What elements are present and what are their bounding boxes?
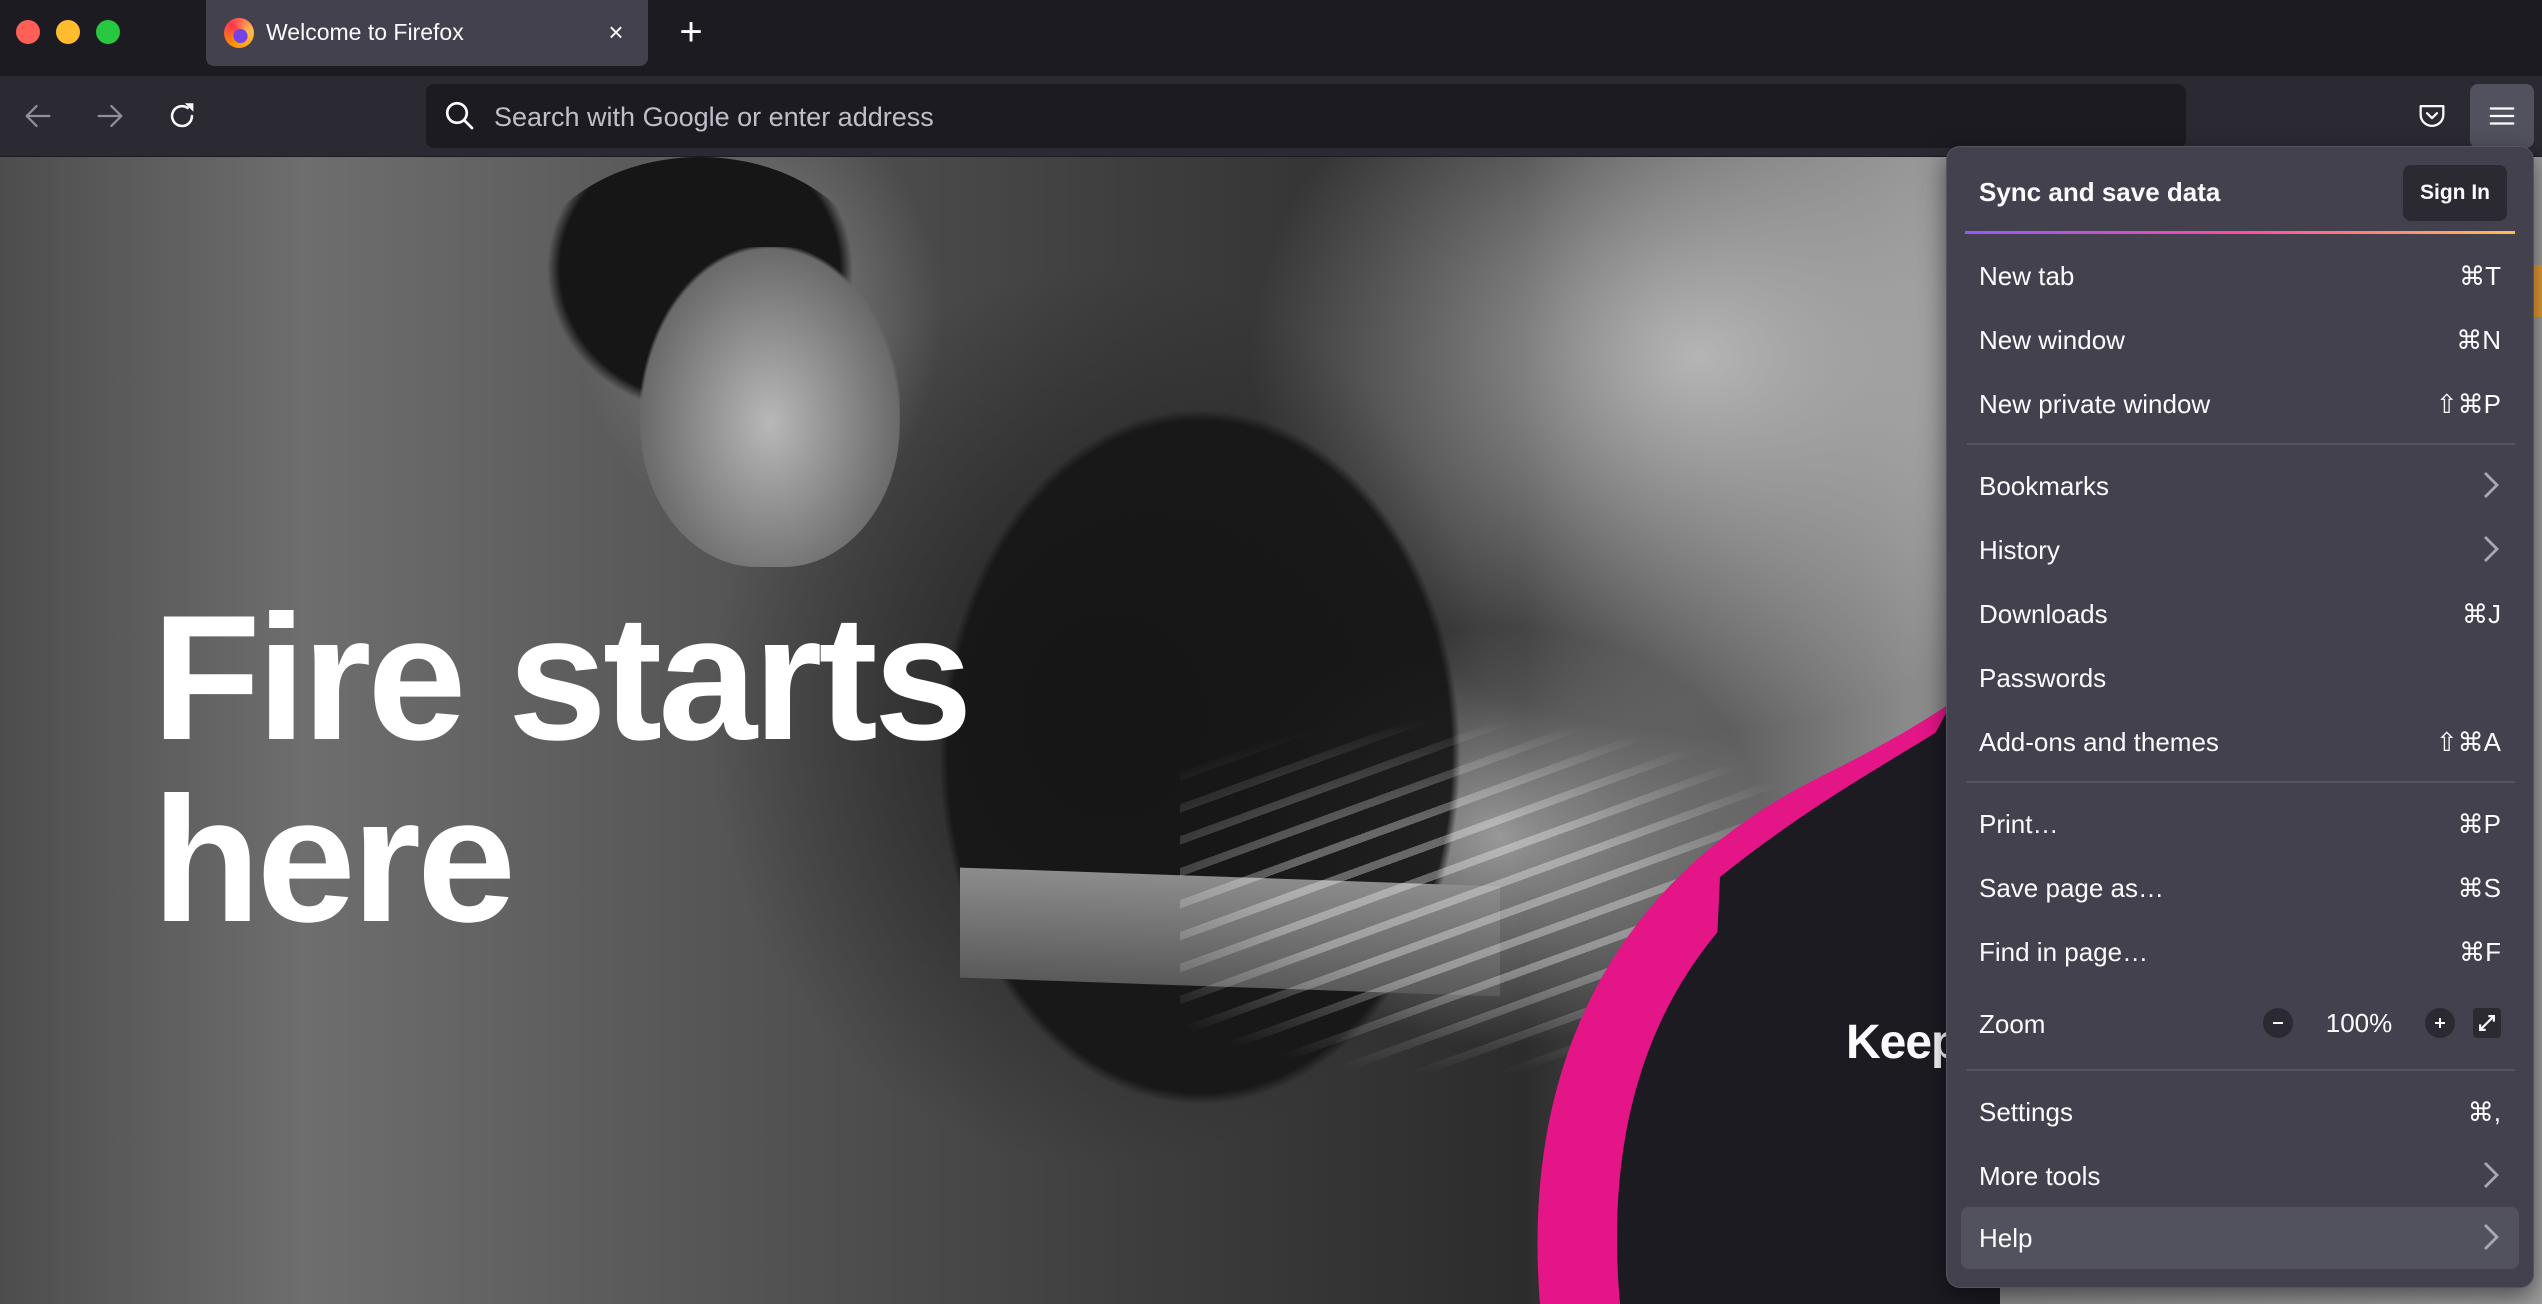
tab-welcome-to-firefox[interactable]: Welcome to Firefox × (206, 0, 648, 66)
menu-item-label: New private window (1979, 389, 2211, 419)
menu-item-label: History (1979, 535, 2060, 565)
menu-item-shortcut: ⌘, (2467, 1097, 2501, 1127)
chevron-right-icon (2484, 1224, 2499, 1250)
chevron-right-icon (2484, 1162, 2499, 1188)
menu-item-new-tab[interactable]: New tab ⌘T (1961, 245, 2519, 305)
menu-item-shortcut: ⇧⌘A (2435, 727, 2501, 757)
new-tab-button[interactable]: + (670, 12, 712, 54)
menu-item-label: Find in page… (1979, 937, 2149, 967)
menu-item-new-window[interactable]: New window ⌘N (1961, 309, 2519, 369)
reload-icon (170, 103, 194, 128)
url-bar[interactable] (426, 84, 2186, 150)
menu-item-passwords[interactable]: Passwords (1961, 647, 2519, 707)
menu-item-label: Downloads (1979, 599, 2108, 629)
tab-strip: Welcome to Firefox × + (0, 0, 2542, 76)
menu-item-history[interactable]: History (1961, 519, 2519, 579)
zoom-out-button[interactable] (2263, 1008, 2293, 1038)
forward-button[interactable] (86, 92, 134, 140)
app-menu-panel: Sync and save data Sign In New tab ⌘T Ne… (1946, 146, 2534, 1288)
menu-item-zoom: Zoom 100% (1961, 993, 2519, 1053)
menu-item-help[interactable]: Help (1961, 1207, 2519, 1269)
sync-gradient-divider (1965, 231, 2515, 234)
menu-item-bookmarks[interactable]: Bookmarks (1961, 455, 2519, 515)
menu-separator (1967, 781, 2515, 783)
fullscreen-button[interactable] (2473, 1008, 2501, 1038)
arrow-right-icon (97, 104, 123, 128)
menu-item-label: Bookmarks (1979, 471, 2110, 501)
pocket-icon (2419, 104, 2445, 127)
tab-title: Welcome to Firefox (266, 19, 464, 45)
sync-label: Sync and save data (1979, 177, 2221, 207)
menu-separator (1967, 443, 2515, 445)
zoom-in-button[interactable] (2425, 1008, 2455, 1038)
menu-separator (1967, 1069, 2515, 1071)
menu-item-shortcut: ⌘F (2459, 937, 2501, 967)
menu-item-shortcut: ⇧⌘P (2435, 389, 2501, 419)
menu-item-new-private-window[interactable]: New private window ⇧⌘P (1961, 373, 2519, 433)
menu-item-label: More tools (1979, 1161, 2101, 1191)
menu-item-shortcut: ⌘J (2462, 599, 2501, 629)
window-minimize-button[interactable] (56, 20, 80, 44)
menu-item-label: Print… (1979, 809, 2059, 839)
sign-in-button[interactable]: Sign In (2403, 165, 2507, 221)
chevron-right-icon (2484, 536, 2499, 562)
tab-close-icon[interactable]: × (598, 14, 634, 50)
menu-item-label: Save page as… (1979, 873, 2165, 903)
section-heading-partial: Keep (1846, 1016, 1960, 1069)
back-button[interactable] (14, 92, 62, 140)
menu-item-print[interactable]: Print… ⌘P (1961, 793, 2519, 853)
menu-item-label: New tab (1979, 261, 2075, 291)
zoom-controls: 100% (2263, 1001, 2501, 1045)
hamburger-menu-icon (2489, 107, 2515, 125)
zoom-level-value[interactable]: 100% (2293, 1008, 2425, 1039)
menu-item-shortcut: ⌘S (2457, 873, 2501, 903)
menu-item-shortcut: ⌘N (2456, 325, 2501, 355)
reload-button[interactable] (158, 92, 206, 140)
menu-item-shortcut: ⌘T (2459, 261, 2501, 291)
menu-item-more-tools[interactable]: More tools (1961, 1145, 2519, 1205)
menu-item-find-in-page[interactable]: Find in page… ⌘F (1961, 921, 2519, 981)
chevron-right-icon (2484, 472, 2499, 498)
search-icon (445, 101, 474, 130)
menu-item-label: Settings (1979, 1097, 2073, 1127)
minus-icon (2273, 1022, 2283, 1024)
menu-item-label: Zoom (1979, 1009, 2046, 1039)
menu-item-addons-and-themes[interactable]: Add-ons and themes ⇧⌘A (1961, 711, 2519, 771)
pocket-button[interactable] (2408, 92, 2456, 140)
navigation-toolbar (0, 76, 2542, 156)
menu-item-save-page-as[interactable]: Save page as… ⌘S (1961, 857, 2519, 917)
menu-item-label: Add-ons and themes (1979, 727, 2219, 757)
plus-icon (2435, 1018, 2445, 1028)
url-input[interactable] (492, 84, 2156, 150)
menu-item-label: Help (1979, 1223, 2033, 1253)
wave-dark-panel (1700, 717, 1960, 1304)
app-menu-button[interactable] (2470, 84, 2534, 148)
window-maximize-button[interactable] (96, 20, 120, 44)
menu-item-shortcut: ⌘P (2457, 809, 2501, 839)
arrow-left-icon (25, 104, 51, 128)
menu-item-label: Passwords (1979, 663, 2107, 693)
window-close-button[interactable] (16, 20, 40, 44)
menu-item-settings[interactable]: Settings ⌘, (1961, 1081, 2519, 1141)
sync-header: Sync and save data Sign In (1947, 147, 2533, 231)
fullscreen-icon (2479, 1015, 2495, 1031)
menu-item-downloads[interactable]: Downloads ⌘J (1961, 583, 2519, 643)
menu-item-label: New window (1979, 325, 2125, 355)
firefox-logo-icon (224, 18, 254, 48)
